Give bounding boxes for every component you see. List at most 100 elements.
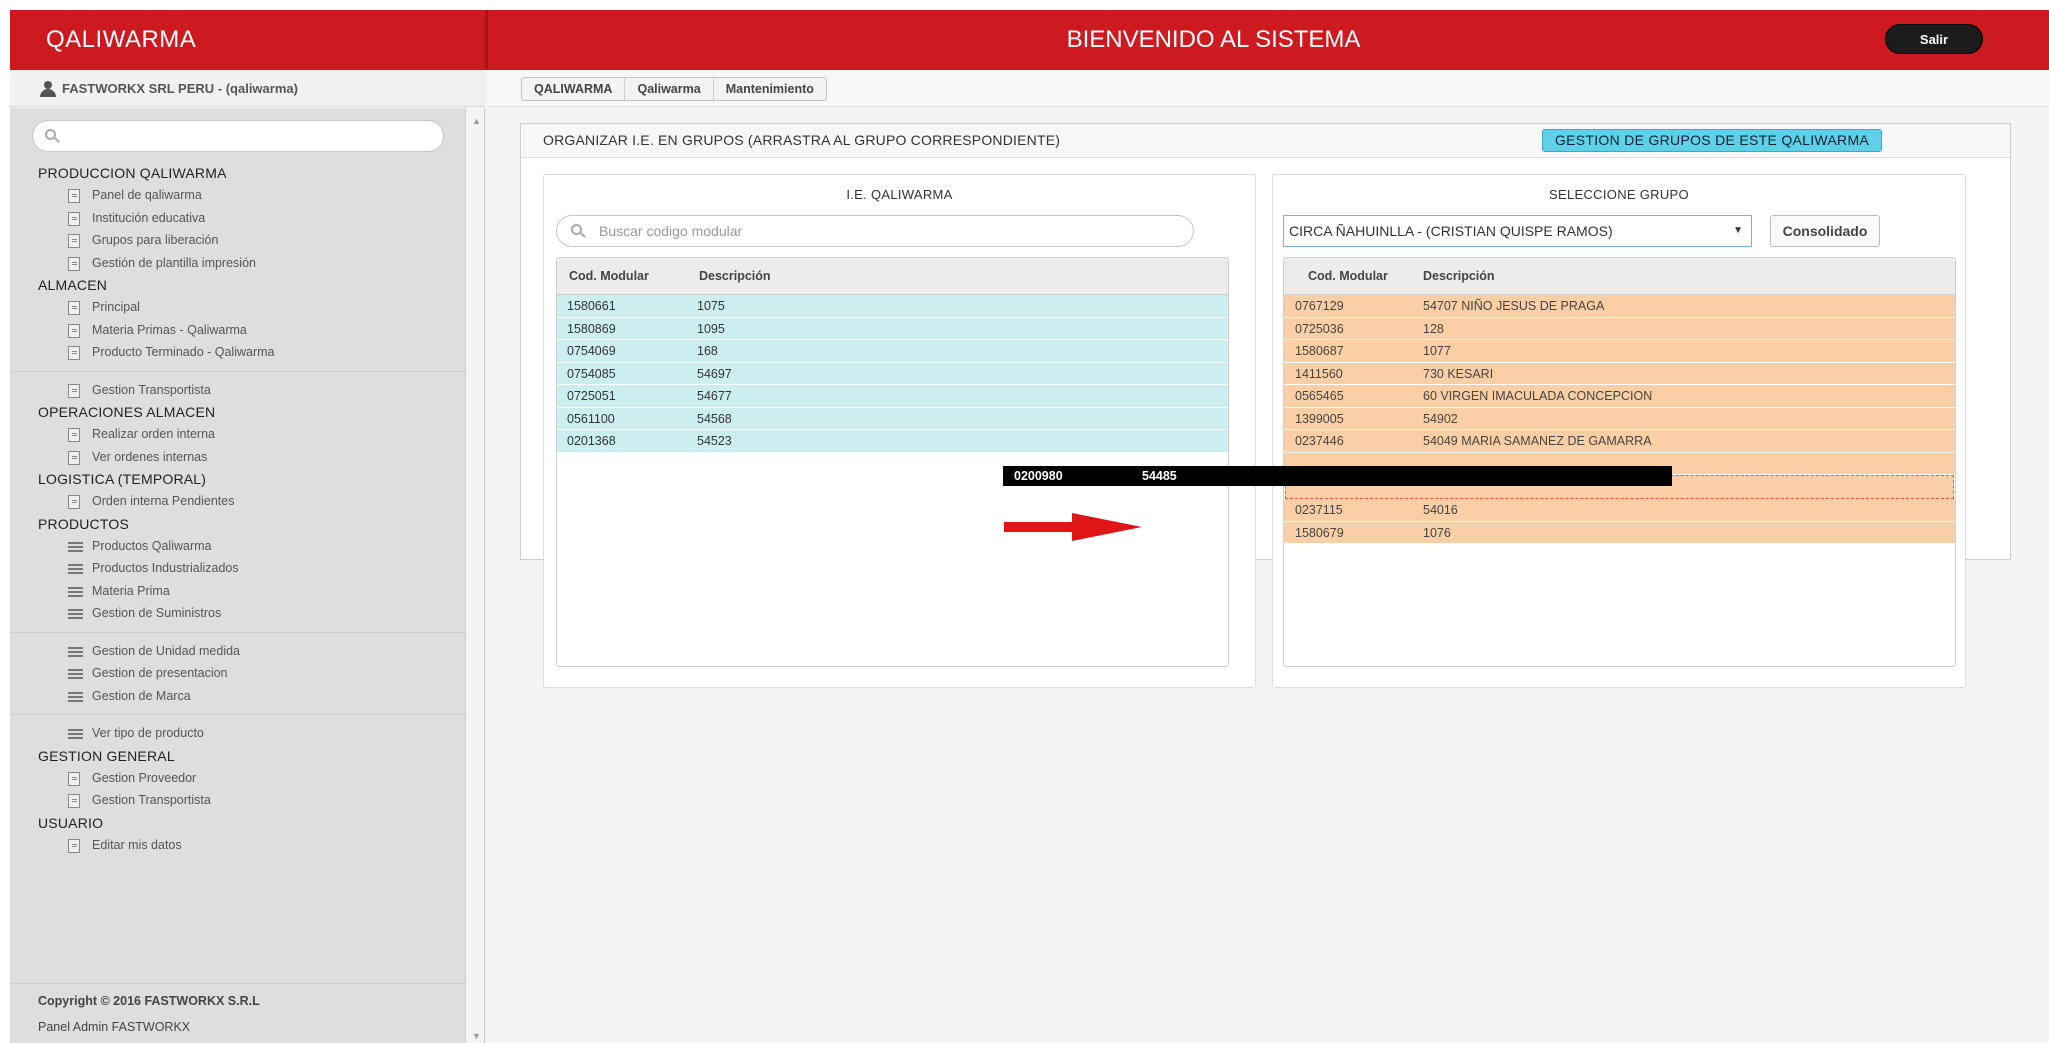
user-bar: FASTWORKX SRL PERU - (qaliwarma) bbox=[10, 70, 485, 107]
list-icon bbox=[68, 541, 83, 553]
modular-code-cell: 1580687 bbox=[1295, 344, 1344, 358]
breadcrumb-item[interactable]: QALIWARMA bbox=[522, 78, 626, 100]
document-icon bbox=[68, 383, 80, 398]
sidebar-item-label: Editar mis datos bbox=[92, 837, 182, 852]
sidebar-divider bbox=[10, 370, 466, 372]
group-table-row[interactable]: 0725036 128 bbox=[1284, 317, 1955, 340]
sidebar-item[interactable]: Ver tipo de producto bbox=[10, 722, 466, 745]
modular-code-cell: 0725036 bbox=[1295, 321, 1344, 336]
sidebar-item[interactable]: Institución educativa bbox=[10, 207, 466, 230]
brand-logo[interactable]: QALIWARMA bbox=[10, 10, 485, 70]
admin-panel-text: Panel Admin FASTWORKX bbox=[38, 1020, 191, 1034]
sidebar-item[interactable]: Grupos para liberación bbox=[10, 229, 466, 252]
table-header: Cod. Modular Descripción bbox=[1284, 258, 1955, 295]
sidebar-item-label: Institución educativa bbox=[92, 210, 206, 225]
sidebar-item[interactable]: Gestion de Unidad medida bbox=[10, 640, 466, 663]
description-cell: 54677 bbox=[697, 389, 732, 403]
group-table-row[interactable]: 1411560 730 KESARI bbox=[1284, 362, 1955, 385]
sidebar-item[interactable]: Gestión de plantilla impresión bbox=[10, 252, 466, 275]
ie-table-row[interactable]: 0561100 54568 bbox=[557, 407, 1228, 430]
sidebar-item[interactable]: Gestion Proveedor bbox=[10, 767, 466, 790]
description-cell: 1076 bbox=[1423, 525, 1451, 540]
column-header[interactable]: Cod. Modular bbox=[1308, 258, 1388, 295]
sidebar-item[interactable]: Materia Prima bbox=[10, 580, 466, 603]
sidebar-item[interactable]: Gestion de Marca bbox=[10, 685, 466, 708]
sidebar-item[interactable]: Productos Qaliwarma bbox=[10, 535, 466, 558]
sidebar-item[interactable]: Editar mis datos bbox=[10, 834, 466, 857]
list-icon bbox=[68, 586, 83, 598]
list-icon bbox=[68, 728, 83, 740]
sidebar-item[interactable]: Gestion de Suministros bbox=[10, 602, 466, 625]
sidebar-divider bbox=[10, 714, 466, 715]
sidebar-item-label: Gestion Transportista bbox=[92, 793, 211, 807]
sidebar-item-label: Gestion Proveedor bbox=[92, 770, 197, 785]
document-icon bbox=[68, 838, 80, 853]
list-icon bbox=[68, 646, 83, 658]
modular-code-search-input[interactable]: Buscar codigo modular bbox=[556, 215, 1194, 247]
document-icon bbox=[68, 323, 80, 338]
sidebar-item[interactable]: Gestion Transportista bbox=[10, 379, 466, 402]
sidebar-item[interactable]: Gestion Transportista bbox=[10, 789, 466, 812]
document-icon bbox=[68, 794, 80, 808]
logout-button[interactable]: Salir bbox=[1885, 24, 1983, 54]
column-header[interactable]: Descripción bbox=[1423, 258, 1495, 295]
modular-code-cell: 0237446 bbox=[1295, 434, 1344, 448]
user-label: FASTWORKX SRL PERU - (qaliwarma) bbox=[62, 81, 298, 96]
chevron-down-icon: ▼ bbox=[1733, 225, 1743, 236]
scroll-down-icon[interactable]: ▼ bbox=[472, 1031, 481, 1041]
group-table-row[interactable]: 0565465 60 VIRGEN IMACULADA CONCEPCION bbox=[1284, 385, 1955, 408]
group-table-row[interactable]: 0237115 54016 bbox=[1284, 499, 1955, 522]
group-table-row[interactable]: 1399005 54902 bbox=[1284, 407, 1955, 430]
sidebar-item-label: Gestion de Suministros bbox=[92, 606, 222, 620]
sidebar-item[interactable]: Principal bbox=[10, 296, 466, 319]
sidebar-item-label: Grupos para liberación bbox=[92, 233, 219, 247]
group-table-row[interactable]: 0237446 54049 MARIA SAMANEZ DE GAMARRA bbox=[1284, 430, 1955, 453]
document-icon bbox=[68, 301, 80, 315]
dragging-row[interactable]: 0200980 54485 bbox=[1003, 466, 1672, 486]
ie-table-row[interactable]: 0725051 54677 bbox=[557, 385, 1228, 408]
panel-header: ORGANIZAR I.E. EN GRUPOS (ARRASTRA AL GR… bbox=[521, 124, 2010, 158]
group-table-row[interactable]: 1580679 1076 bbox=[1284, 521, 1955, 544]
column-header[interactable]: Cod. Modular bbox=[569, 258, 649, 295]
ie-table-row[interactable]: 0201368 54523 bbox=[557, 430, 1228, 453]
list-icon bbox=[68, 668, 83, 680]
list-icon bbox=[68, 608, 83, 620]
sidebar-section-title: USUARIO bbox=[38, 814, 104, 831]
sidebar-item[interactable]: Gestion de presentacion bbox=[10, 662, 466, 685]
sidebar-menu: PRODUCCION QALIWARMA Panel de qaliwarma In… bbox=[10, 162, 466, 856]
ie-table-row[interactable]: 1580661 1075 bbox=[557, 295, 1228, 318]
group-select[interactable]: CIRCA ÑAHUINLLA - (CRISTIAN QUISPE RAMOS… bbox=[1283, 215, 1752, 247]
sidebar-item[interactable]: Ver ordenes internas bbox=[10, 446, 466, 469]
modular-code-cell: 1580679 bbox=[1295, 525, 1344, 540]
group-table-row[interactable]: 0767129 54707 NIÑO JESUS DE PRAGA bbox=[1284, 295, 1955, 318]
breadcrumb-item[interactable]: Mantenimiento bbox=[714, 78, 826, 100]
sidebar-search-input[interactable] bbox=[32, 120, 444, 152]
sidebar-scrollbar[interactable]: ▲ ▼ bbox=[466, 108, 485, 1043]
sidebar-item-label: Ver tipo de producto bbox=[92, 726, 204, 740]
modular-code-cell: 0754085 bbox=[567, 366, 616, 381]
sidebar-item[interactable]: Panel de qaliwarma bbox=[10, 184, 466, 207]
description-cell: 128 bbox=[1423, 321, 1444, 336]
group-box: SELECCIONE GRUPO CIRCA ÑAHUINLLA - (CRIS… bbox=[1272, 174, 1966, 688]
sidebar-item[interactable]: Materia Primas - Qaliwarma bbox=[10, 319, 466, 342]
group-table-row[interactable]: 1580687 1077 bbox=[1284, 340, 1955, 363]
sidebar-item[interactable]: Producto Terminado - Qaliwarma bbox=[10, 341, 466, 364]
ie-table-row[interactable]: 1580869 1095 bbox=[557, 317, 1228, 340]
sidebar-item-label: Gestion de presentacion bbox=[92, 666, 228, 680]
sidebar-item[interactable]: Orden interna Pendientes bbox=[10, 490, 466, 513]
sidebar-item[interactable]: Productos Industrializados bbox=[10, 557, 466, 580]
description-cell: 730 KESARI bbox=[1423, 366, 1494, 381]
user-icon bbox=[40, 81, 56, 97]
column-header[interactable]: Descripción bbox=[699, 258, 771, 295]
sidebar-item-label: Gestion de Marca bbox=[92, 688, 191, 703]
scroll-up-icon[interactable]: ▲ bbox=[472, 116, 481, 126]
breadcrumb-item[interactable]: Qaliwarma bbox=[625, 78, 714, 100]
sidebar-item[interactable]: Realizar orden interna bbox=[10, 423, 466, 446]
document-icon bbox=[68, 450, 80, 465]
modular-code-cell: 0767129 bbox=[1295, 299, 1344, 313]
consolidated-button[interactable]: Consolidado bbox=[1770, 215, 1880, 247]
ie-table-row[interactable]: 0754085 54697 bbox=[557, 362, 1228, 385]
manage-groups-button[interactable]: GESTION DE GRUPOS DE ESTE QALIWARMA bbox=[1542, 129, 1882, 152]
modular-code-cell: 0565465 bbox=[1295, 389, 1344, 403]
ie-table-row[interactable]: 0754069 168 bbox=[557, 340, 1228, 363]
